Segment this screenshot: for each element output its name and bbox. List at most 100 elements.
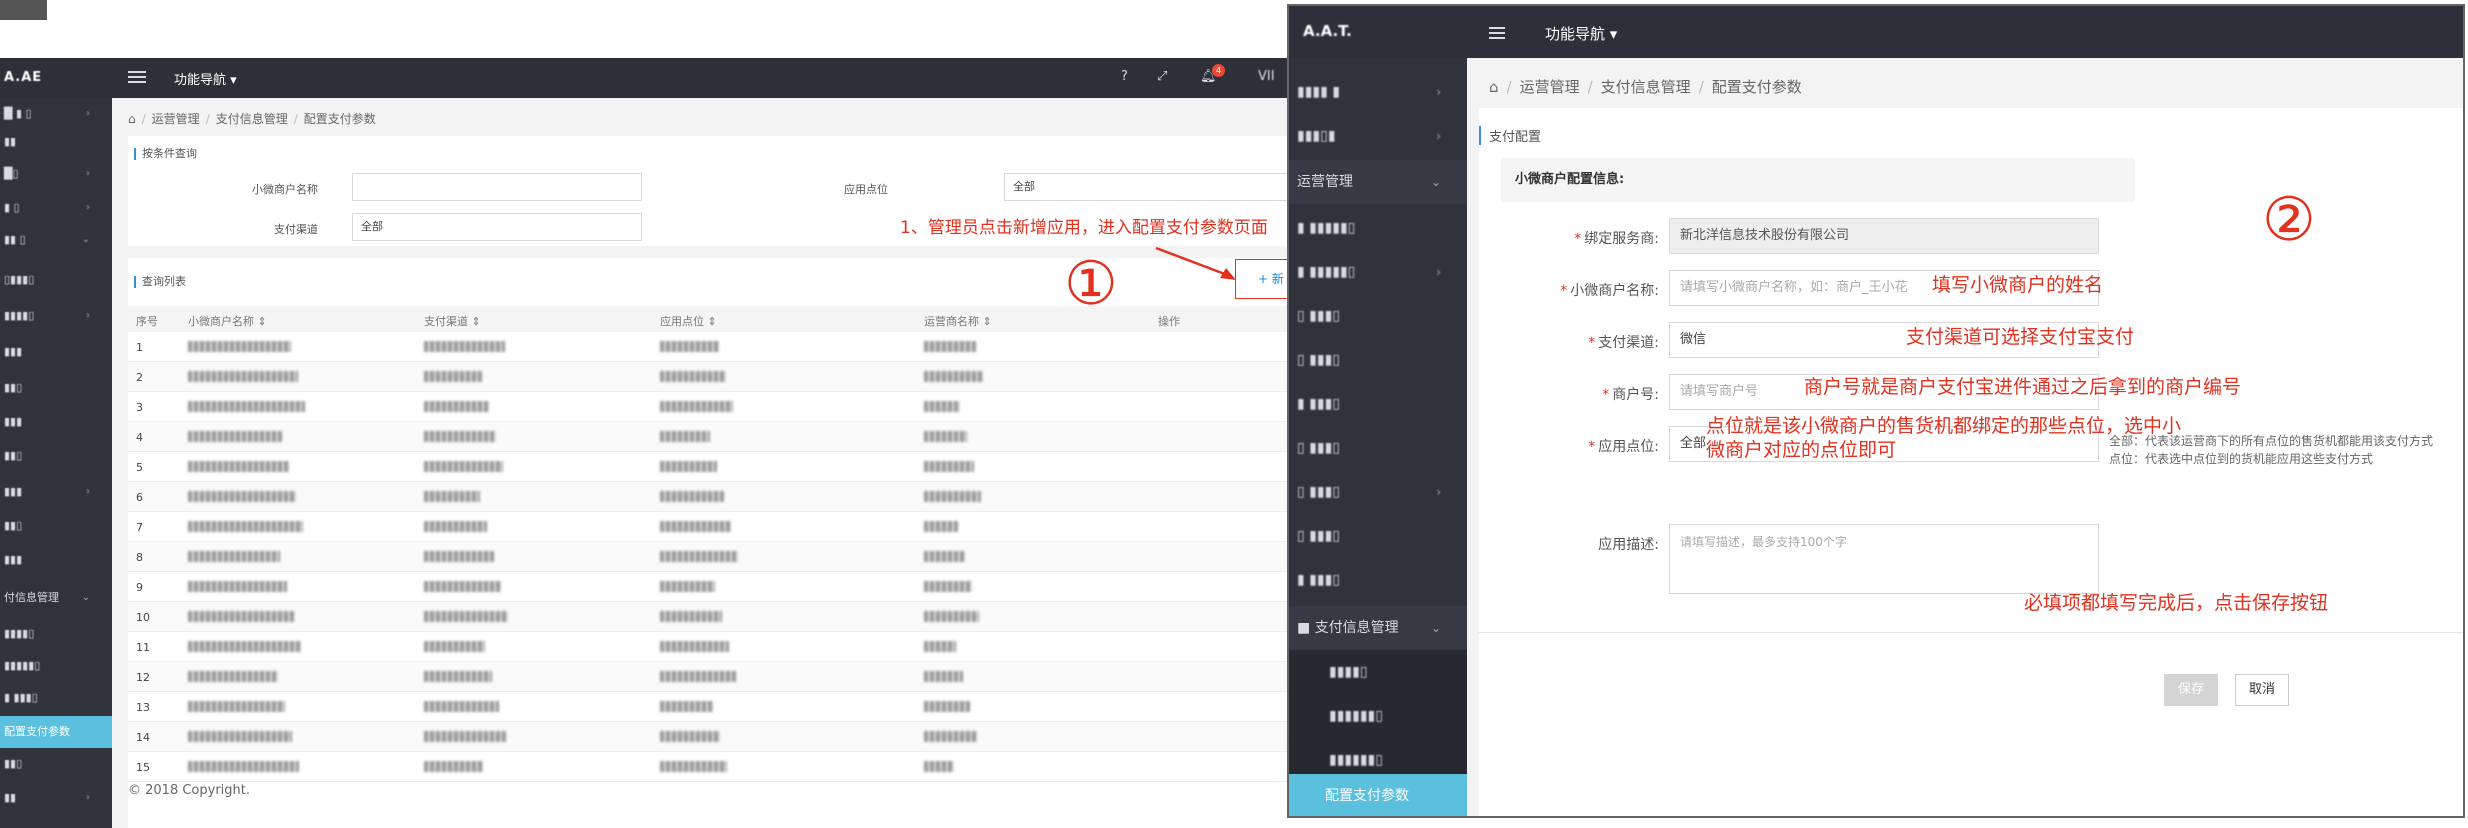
sidebar-item[interactable]: ▮ ▮▮▮▯ bbox=[1289, 382, 1467, 426]
sidebar-item[interactable]: ▮▮ bbox=[0, 126, 112, 158]
table-row[interactable]: 10 bbox=[128, 602, 1290, 632]
row-number: 6 bbox=[136, 491, 143, 504]
table-row[interactable]: 5 bbox=[128, 452, 1290, 482]
home-icon[interactable]: ⌂ bbox=[128, 112, 136, 126]
breadcrumb-item[interactable]: 支付信息管理 bbox=[1601, 78, 1691, 96]
save-button[interactable]: 保存 bbox=[2164, 674, 2218, 706]
table-cell-redacted bbox=[660, 731, 720, 742]
table-cell-redacted bbox=[660, 491, 724, 502]
sidebar-group-operations[interactable]: 运营管理 ⌄ bbox=[1289, 160, 1467, 204]
table-row[interactable]: 12 bbox=[128, 662, 1290, 692]
sidebar-item-config-payment[interactable]: 配置支付参数 bbox=[0, 716, 112, 748]
section-title: 支付配置 bbox=[1479, 126, 1541, 145]
table-cell-redacted bbox=[424, 761, 483, 772]
menu-toggle-icon[interactable] bbox=[1489, 24, 1505, 40]
sidebar-group-payment[interactable]: ■ 支付信息管理 ⌄ bbox=[1289, 606, 1467, 650]
table-row[interactable]: 2 bbox=[128, 362, 1290, 392]
sidebar-item[interactable]: ▮ ▮▮▮▮▮▯ bbox=[1289, 206, 1467, 250]
help-icon[interactable]: ? bbox=[1121, 69, 1128, 84]
sidebar-item[interactable]: ▮▮▮▯▮ › bbox=[1289, 114, 1467, 158]
table-cell-redacted bbox=[188, 641, 301, 652]
sidebar-item[interactable]: ▮ ▮▮▮▯ bbox=[0, 682, 112, 714]
sidebar-item[interactable]: ▮▮▮ › bbox=[0, 476, 112, 508]
provider-field: 新北洋信息技术股份有限公司 bbox=[1669, 218, 2099, 254]
col-header[interactable]: 支付渠道 ⇕ bbox=[424, 313, 481, 329]
sidebar-item[interactable]: ▯ ▮▮▮▯ bbox=[1289, 426, 1467, 470]
sidebar-item[interactable]: ▮▮▮▮▮▯ bbox=[0, 650, 112, 682]
sidebar-item[interactable]: ▮▮ ▯ ⌄ bbox=[0, 224, 112, 256]
table-cell-redacted bbox=[188, 671, 278, 682]
row-number: 10 bbox=[136, 611, 150, 624]
provider-label: * 绑定服务商: bbox=[1501, 228, 1659, 248]
fullscreen-icon[interactable]: ⤢ bbox=[1157, 69, 1167, 84]
breadcrumb-item[interactable]: 支付信息管理 bbox=[216, 112, 288, 126]
table-row[interactable]: 6 bbox=[128, 482, 1290, 512]
step1-annotation: 1、管理员点击新增应用，进入配置支付参数页面 bbox=[900, 218, 1268, 238]
sidebar-item[interactable]: ▯ ▮▮▮▯ bbox=[1289, 294, 1467, 338]
sidebar-group-payment[interactable]: 付信息管理 ⌄ bbox=[0, 582, 112, 614]
sidebar-item[interactable]: ▮▮ › bbox=[0, 782, 112, 814]
table-row[interactable]: 14 bbox=[128, 722, 1290, 752]
table-row[interactable]: 8 bbox=[128, 542, 1290, 572]
sidebar-subitem[interactable]: ▮▮▮▮▮▮▯ bbox=[1289, 694, 1467, 738]
sidebar-subitem[interactable]: ▮▮▮▮▯ bbox=[1289, 650, 1467, 694]
table-row[interactable]: 11 bbox=[128, 632, 1290, 662]
sidebar-item[interactable]: ▯▮▮▮▯ bbox=[0, 264, 112, 296]
table-cell-redacted bbox=[660, 581, 715, 592]
table-row[interactable]: 9 bbox=[128, 572, 1290, 602]
merchant-name-input[interactable] bbox=[352, 173, 642, 201]
app-point-select[interactable]: 全部 bbox=[1004, 173, 1290, 201]
sidebar-item[interactable]: ▮▮▯ bbox=[0, 372, 112, 404]
sidebar-group-label: 付信息管理 bbox=[4, 591, 59, 604]
table-row[interactable]: 15 bbox=[128, 752, 1290, 782]
sidebar-item[interactable]: ▮ ▮▮▮▯ bbox=[1289, 558, 1467, 602]
function-nav-dropdown[interactable]: 功能导航 ▾ bbox=[1545, 23, 1617, 44]
sidebar-item[interactable]: ▮▮▯ bbox=[0, 748, 112, 780]
table-cell-redacted bbox=[424, 431, 496, 442]
table-row[interactable]: 4 bbox=[128, 422, 1290, 452]
sidebar-item[interactable]: ▮▮▮ bbox=[0, 544, 112, 576]
table-cell-redacted bbox=[188, 701, 285, 712]
description-label: 应用描述: bbox=[1598, 537, 1659, 553]
table-cell-redacted bbox=[924, 671, 963, 682]
description-textarea[interactable]: 请填写描述，最多支持100个字 bbox=[1669, 524, 2099, 594]
sidebar-item[interactable]: ▮▮▯ bbox=[0, 440, 112, 472]
pay-channel-select[interactable]: 全部 bbox=[352, 213, 642, 241]
sidebar-item[interactable]: ▮▮▮ bbox=[0, 336, 112, 368]
sidebar-item[interactable]: ▮▮▮▮▯ bbox=[0, 618, 112, 650]
sidebar-item[interactable]: ▯ ▮▮▮▯ bbox=[1289, 514, 1467, 558]
table-cell-redacted bbox=[424, 491, 480, 502]
sidebar-item[interactable]: ▮ ▯ › bbox=[0, 192, 112, 224]
table-row[interactable]: 1 bbox=[128, 332, 1290, 362]
sidebar-item[interactable]: ▮▮▮▮ ▮ › bbox=[1289, 70, 1467, 114]
top-navbar: A.AE 功能导航 ▾ ? ⤢ 🔔︎ 4 VII bbox=[0, 58, 1290, 98]
table-row[interactable]: 3 bbox=[128, 392, 1290, 422]
sidebar-item[interactable]: ▯ ▮▮▮▯ bbox=[1289, 338, 1467, 382]
table-cell-redacted bbox=[188, 431, 282, 442]
table-cell-redacted bbox=[188, 611, 294, 622]
app-point-label: 应用点位 bbox=[844, 183, 888, 196]
table-cell-redacted bbox=[924, 341, 976, 352]
menu-toggle-icon[interactable] bbox=[128, 68, 146, 86]
table-cell-redacted bbox=[660, 761, 727, 772]
table-row[interactable]: 13 bbox=[128, 692, 1290, 722]
sidebar-item[interactable]: ▯ ▮▮▮▯ › bbox=[1289, 470, 1467, 514]
breadcrumb-item[interactable]: 运营管理 bbox=[1520, 78, 1580, 96]
sidebar-item[interactable]: ▮▮▮▮▯ › bbox=[0, 300, 112, 332]
sidebar-item[interactable]: ▮ ▮▮▮▮▮▯ › bbox=[1289, 250, 1467, 294]
col-header[interactable]: 运营商名称 ⇕ bbox=[924, 313, 992, 329]
table-row[interactable]: 7 bbox=[128, 512, 1290, 542]
user-menu[interactable]: VII bbox=[1258, 69, 1275, 84]
sidebar-item[interactable]: ▮▮▮ bbox=[0, 406, 112, 438]
breadcrumb-item[interactable]: 运营管理 bbox=[152, 112, 200, 126]
row-number: 2 bbox=[136, 371, 143, 384]
cancel-button[interactable]: 取消 bbox=[2235, 674, 2289, 706]
sidebar-item[interactable]: █▯ › bbox=[0, 158, 112, 190]
function-nav-dropdown[interactable]: 功能导航 ▾ bbox=[174, 69, 237, 88]
sidebar-item[interactable]: ▮▮▯ bbox=[0, 510, 112, 542]
sidebar-item-config-payment[interactable]: 配置支付参数 bbox=[1289, 774, 1467, 816]
col-header[interactable]: 小微商户名称 ⇕ bbox=[188, 313, 267, 329]
col-header[interactable]: 应用点位 ⇕ bbox=[660, 313, 717, 329]
row-number: 7 bbox=[136, 521, 143, 534]
home-icon[interactable]: ⌂ bbox=[1489, 78, 1499, 96]
